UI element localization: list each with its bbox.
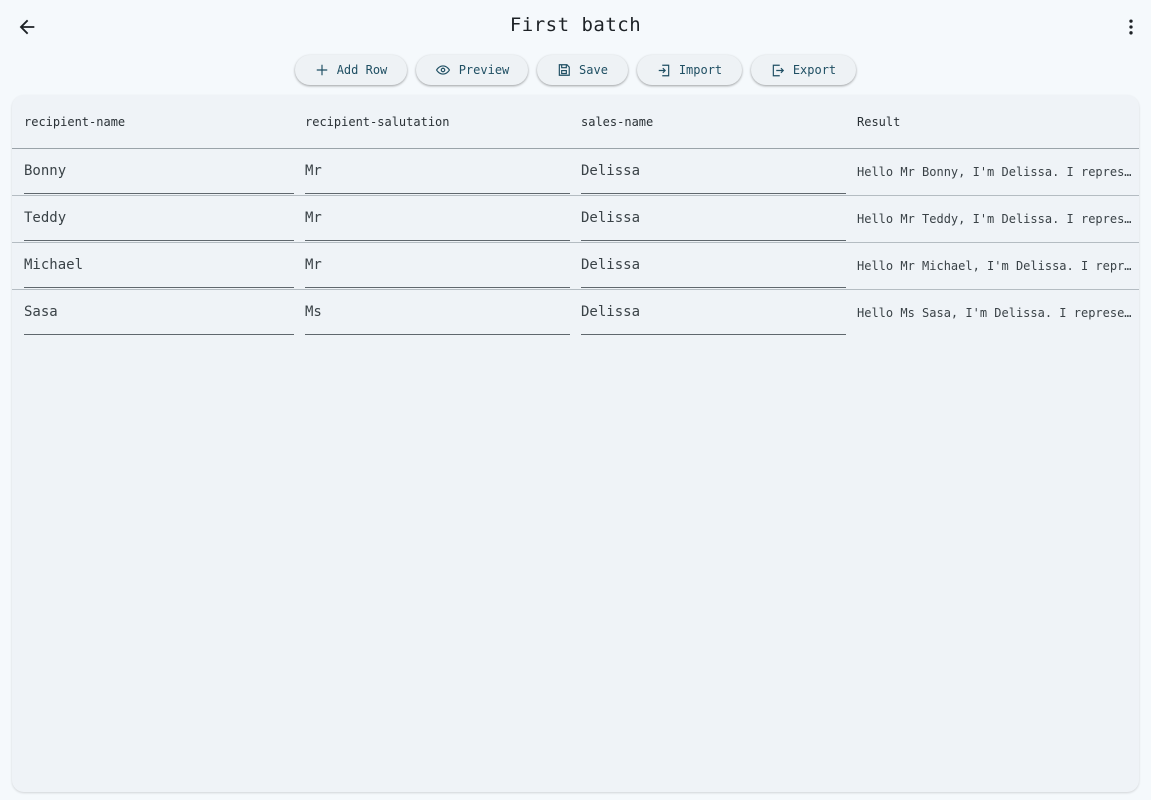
- save-button[interactable]: Save: [537, 55, 628, 85]
- table-row: Michael Mr Delissa Hello Mr Michael, I'm…: [12, 243, 1139, 290]
- result-cell: Hello Mr Michael, I'm Delissa. I repr…: [857, 259, 1132, 273]
- recipient-salutation-field[interactable]: Ms: [305, 290, 570, 335]
- sales-name-field[interactable]: Delissa: [581, 196, 846, 241]
- save-label: Save: [579, 63, 608, 77]
- sales-name-field[interactable]: Delissa: [581, 243, 846, 288]
- import-icon: [658, 64, 670, 76]
- column-header-sales-name: sales-name: [581, 115, 654, 129]
- result-cell: Hello Mr Bonny, I'm Delissa. I repres…: [857, 165, 1132, 179]
- floppy-disk-icon: [558, 64, 570, 76]
- recipient-name-field[interactable]: Teddy: [24, 196, 294, 241]
- data-table-card: recipient-name recipient-salutation sale…: [12, 95, 1139, 792]
- export-icon: [772, 64, 784, 76]
- column-header-recipient-salutation: recipient-salutation: [305, 115, 450, 129]
- import-button[interactable]: Import: [637, 55, 742, 85]
- sales-name-field[interactable]: Delissa: [581, 149, 846, 194]
- column-header-result: Result: [857, 115, 901, 129]
- export-button[interactable]: Export: [751, 55, 856, 85]
- recipient-name-field[interactable]: Sasa: [24, 290, 294, 335]
- recipient-salutation-field[interactable]: Mr: [305, 196, 570, 241]
- table-row: Sasa Ms Delissa Hello Ms Sasa, I'm Delis…: [12, 290, 1139, 336]
- table-row: Bonny Mr Delissa Hello Mr Bonny, I'm Del…: [12, 149, 1139, 196]
- column-header-recipient-name: recipient-name: [24, 115, 126, 129]
- recipient-salutation-field[interactable]: Mr: [305, 243, 570, 288]
- preview-button[interactable]: Preview: [416, 55, 528, 85]
- add-row-label: Add Row: [336, 63, 388, 77]
- preview-label: Preview: [458, 63, 510, 77]
- page-title: First batch: [509, 14, 642, 36]
- more-options-button[interactable]: [1111, 7, 1151, 47]
- export-label: Export: [792, 63, 837, 77]
- action-toolbar: Add Row Preview Save Import Export: [0, 55, 1151, 87]
- more-vert-icon: [1129, 19, 1133, 35]
- recipient-name-field[interactable]: Michael: [24, 243, 294, 288]
- recipient-salutation-field[interactable]: Mr: [305, 149, 570, 194]
- table-row: Teddy Mr Delissa Hello Mr Teddy, I'm Del…: [12, 196, 1139, 243]
- add-row-button[interactable]: Add Row: [295, 55, 407, 85]
- app-bar: First batch: [0, 0, 1151, 54]
- import-label: Import: [678, 63, 723, 77]
- table-header: recipient-name recipient-salutation sale…: [12, 95, 1139, 149]
- plus-icon: [316, 64, 327, 76]
- result-cell: Hello Ms Sasa, I'm Delissa. I represe…: [857, 306, 1132, 320]
- result-cell: Hello Mr Teddy, I'm Delissa. I repres…: [857, 212, 1132, 226]
- eye-icon: [435, 65, 450, 75]
- recipient-name-field[interactable]: Bonny: [24, 149, 294, 194]
- sales-name-field[interactable]: Delissa: [581, 290, 846, 335]
